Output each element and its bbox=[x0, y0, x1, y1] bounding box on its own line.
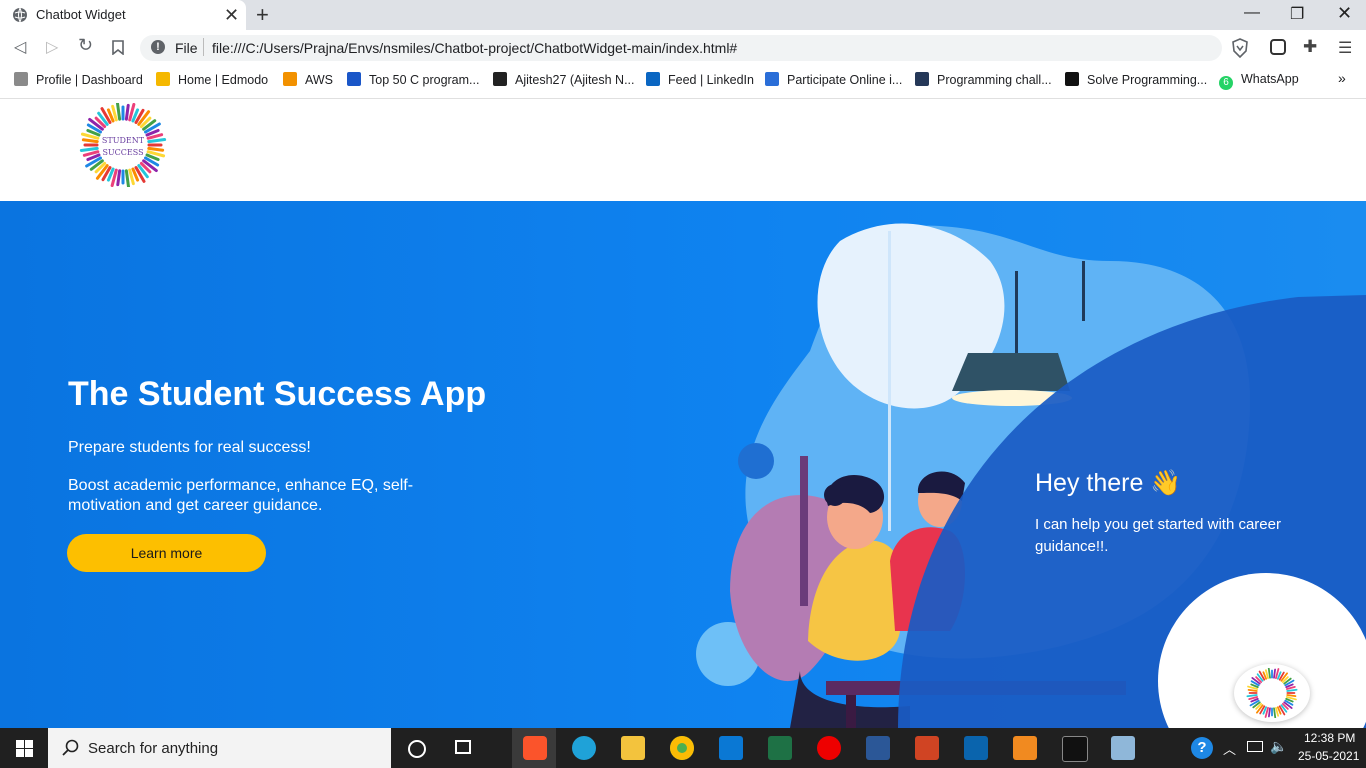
chat-greeting-text: Hey there bbox=[1035, 469, 1144, 497]
bookmark-label: Home | Edmodo bbox=[178, 73, 269, 87]
url-text[interactable]: file:///C:/Users/Prajna/Envs/nsmiles/Cha… bbox=[212, 40, 737, 56]
hero-description: Boost academic performance, enhance EQ, … bbox=[68, 477, 414, 514]
bookmark-label: Top 50 C program... bbox=[369, 73, 480, 87]
bookmark-favicon-icon bbox=[347, 72, 361, 86]
restore-icon[interactable]: ❐ bbox=[1290, 4, 1304, 24]
excel-icon[interactable] bbox=[768, 736, 792, 760]
tab-title: Chatbot Widget bbox=[36, 7, 126, 22]
chevron-up-icon[interactable]: ︿ bbox=[1223, 739, 1236, 758]
bookmark-icon[interactable] bbox=[112, 40, 124, 55]
terminal-icon[interactable] bbox=[1062, 736, 1088, 762]
bookmark-favicon-icon bbox=[493, 72, 507, 86]
battery-icon[interactable] bbox=[1247, 741, 1263, 752]
bookmark-label: Participate Online i... bbox=[787, 73, 903, 87]
logo-text-line-1: STUDENT bbox=[102, 136, 145, 145]
notepad-icon[interactable] bbox=[1111, 736, 1135, 760]
learn-more-button[interactable]: Learn more bbox=[67, 534, 266, 572]
globe-icon bbox=[13, 7, 27, 23]
reload-icon[interactable]: ↻ bbox=[78, 35, 93, 56]
chrome-icon[interactable] bbox=[670, 736, 694, 760]
help-icon[interactable]: ? bbox=[1191, 737, 1213, 759]
bookmark-label: Ajitesh27 (Ajitesh N... bbox=[515, 73, 635, 87]
hero-title: The Student Success App bbox=[68, 375, 487, 413]
bookmark-item[interactable]: Solve Programming... bbox=[1065, 72, 1207, 87]
brave-shield-icon[interactable] bbox=[1231, 38, 1249, 58]
new-tab-icon[interactable]: + bbox=[256, 2, 269, 28]
chat-greeting: Hey there 👋 bbox=[1035, 469, 1181, 498]
bookmark-item[interactable]: Home | Edmodo bbox=[156, 72, 268, 87]
brave-browser-icon[interactable] bbox=[523, 736, 547, 760]
bookmark-favicon-icon bbox=[14, 72, 28, 86]
bookmark-item[interactable]: Programming chall... bbox=[915, 72, 1052, 87]
logo-text-line-2: SUCCESS bbox=[102, 148, 143, 157]
scheme-label: File bbox=[175, 40, 198, 56]
task-view-icon[interactable] bbox=[455, 740, 471, 754]
bookmark-item[interactable]: Feed | LinkedIn bbox=[646, 72, 754, 87]
back-icon[interactable]: ◁ bbox=[14, 37, 26, 57]
chat-panel bbox=[898, 295, 1366, 728]
bookmark-label: Profile | Dashboard bbox=[36, 73, 143, 87]
tab-close-icon[interactable]: ✕ bbox=[224, 5, 239, 26]
opera-icon[interactable] bbox=[817, 736, 841, 760]
bookmark-favicon-icon bbox=[915, 72, 929, 86]
bookmark-item[interactable]: Profile | Dashboard bbox=[14, 72, 143, 87]
more-bookmarks-icon[interactable]: » bbox=[1338, 70, 1346, 86]
extensions-icon[interactable]: ✚ bbox=[1303, 37, 1317, 57]
bookmark-label: WhatsApp bbox=[1241, 72, 1299, 86]
onedrive-icon[interactable] bbox=[719, 736, 743, 760]
menu-icon[interactable]: ☰ bbox=[1338, 38, 1352, 58]
forward-icon[interactable]: ▷ bbox=[46, 37, 58, 57]
site-header bbox=[0, 99, 1366, 200]
word-icon[interactable] bbox=[866, 736, 890, 760]
window-close-icon[interactable]: ✕ bbox=[1337, 3, 1352, 24]
bookmark-label: Feed | LinkedIn bbox=[668, 73, 754, 87]
site-logo[interactable]: STUDENT SUCCESS bbox=[79, 103, 167, 187]
search-icon bbox=[62, 739, 79, 756]
bookmark-favicon-icon bbox=[646, 72, 660, 86]
bookmark-favicon-icon bbox=[765, 72, 779, 86]
bookmark-item[interactable]: AWS bbox=[283, 72, 333, 87]
info-icon[interactable]: ! bbox=[151, 40, 165, 54]
bookmark-label: AWS bbox=[305, 73, 334, 87]
bookmark-favicon-icon bbox=[1065, 72, 1079, 86]
clock-date[interactable]: 25-05-2021 bbox=[1298, 749, 1359, 763]
volume-icon[interactable]: 🔈 bbox=[1270, 738, 1287, 755]
clock-time[interactable]: 12:38 PM bbox=[1304, 731, 1355, 745]
windows-start-icon[interactable] bbox=[16, 740, 33, 757]
bookmark-label: Solve Programming... bbox=[1087, 73, 1208, 87]
file-explorer-icon[interactable] bbox=[621, 736, 645, 760]
edge-icon[interactable] bbox=[572, 736, 596, 760]
bookmark-favicon-icon bbox=[283, 72, 297, 86]
cortana-icon[interactable] bbox=[408, 740, 426, 758]
bookmark-item[interactable]: Participate Online i... bbox=[765, 72, 902, 87]
bookmark-item[interactable]: Ajitesh27 (Ajitesh N... bbox=[493, 72, 635, 87]
camera-extension-icon[interactable] bbox=[1270, 39, 1286, 55]
powerpoint-icon[interactable] bbox=[915, 736, 939, 760]
chat-message: I can help you get started with career g… bbox=[1035, 516, 1281, 555]
bookmark-label: Programming chall... bbox=[937, 73, 1052, 87]
bookmark-item[interactable]: Top 50 C program... bbox=[347, 72, 479, 87]
bookmark-favicon-icon: 6 bbox=[1219, 76, 1233, 90]
waving-hand-icon: 👋 bbox=[1150, 469, 1182, 497]
chat-launcher-button[interactable] bbox=[1234, 664, 1310, 722]
search-placeholder: Search for anything bbox=[88, 740, 219, 757]
bookmark-item[interactable]: 6 WhatsApp bbox=[1219, 72, 1299, 90]
hero-section: The Student Success App Prepare students… bbox=[0, 201, 1366, 728]
chatbot-logo-icon bbox=[1246, 668, 1298, 718]
bookmark-favicon-icon bbox=[156, 72, 170, 86]
xampp-icon[interactable] bbox=[1013, 736, 1037, 760]
outlook-icon[interactable] bbox=[964, 736, 988, 760]
minimize-icon[interactable]: — bbox=[1244, 4, 1260, 22]
hero-subtitle: Prepare students for real success! bbox=[68, 439, 311, 456]
divider bbox=[203, 38, 204, 56]
